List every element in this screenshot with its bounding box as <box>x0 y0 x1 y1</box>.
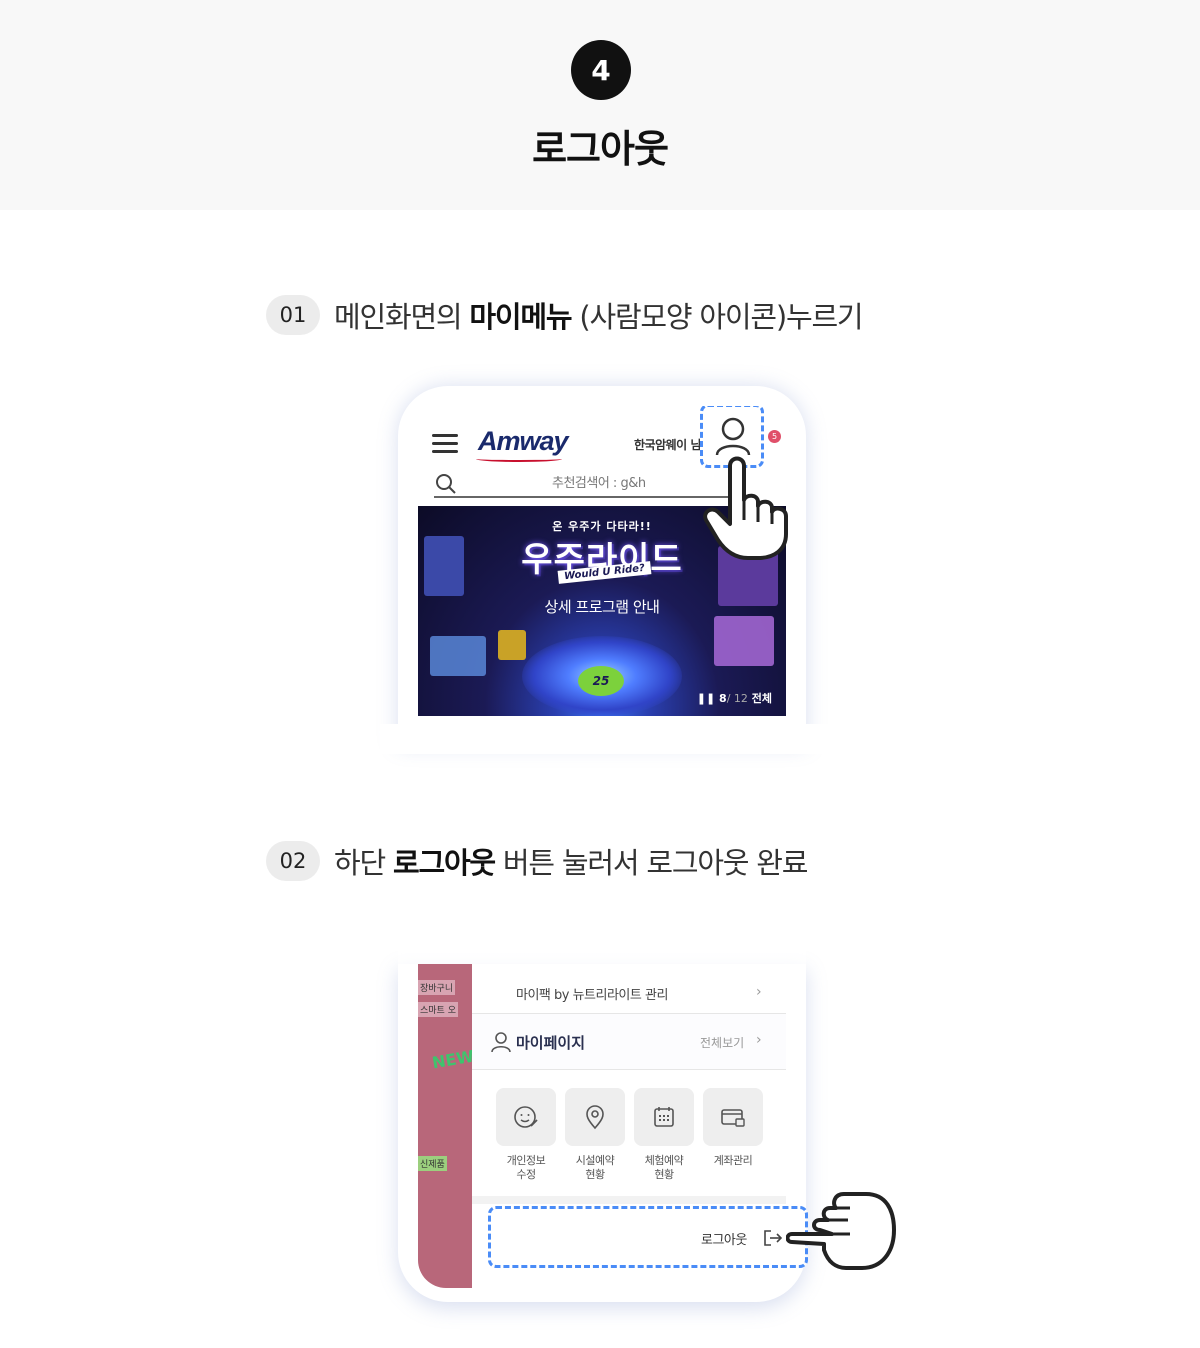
mypage-header: 마이페이지 전체보기 › <box>472 1014 786 1070</box>
search-placeholder: 추천검색어 : g&h <box>552 476 646 491</box>
step-1-text-bold: 마이메뉴 <box>469 300 572 334</box>
phone-1-bottom-cut <box>380 724 840 754</box>
step-2-row: 02 하단 로그아웃 버튼 눌러서 로그아웃 완료 <box>266 840 809 882</box>
quick-action-account-management[interactable]: 계좌관리 <box>703 1088 763 1168</box>
hamburger-menu-icon[interactable] <box>432 434 458 454</box>
step-1-text-before: 메인화면의 <box>334 300 470 334</box>
smile-edit-icon <box>514 1106 538 1128</box>
phone-mockup-2: 장바구니 스마트 오 NEW 신제품 마이팩 by 뉴트리라이트 관리 › 마이… <box>398 930 808 1302</box>
bg-label: 장바구니 <box>418 980 456 995</box>
step-1-number: 01 <box>266 295 320 335</box>
search-icon <box>436 474 456 494</box>
qa-label-line: 개인정보 <box>506 1154 546 1167</box>
counter-current: 8 <box>719 692 727 705</box>
logout-button[interactable]: 로그아웃 <box>488 1206 808 1268</box>
qa-label-line: 현황 <box>585 1168 605 1181</box>
view-all-link[interactable]: 전체보기 <box>700 1034 744 1051</box>
step-1-text-after: (사람모양 아이콘)누르기 <box>571 300 863 334</box>
banner-counter[interactable]: ❚❚ 8/ 12 전체 <box>697 690 772 706</box>
counter-all: 전체 <box>751 692 772 705</box>
location-pin-icon <box>586 1105 604 1130</box>
phone-mockup-1: Amway 한국암웨이 님 5 추천검색어 : g&h 온 우주가 다타라!! … <box>398 386 806 746</box>
banner-sign <box>430 636 486 676</box>
step-1-row: 01 메인화면의 마이메뉴 (사람모양 아이콘)누르기 <box>266 294 864 336</box>
bg-label: 신제품 <box>418 1156 447 1171</box>
bg-label: 스마트 오 <box>418 1002 458 1017</box>
user-greeting: 한국암웨이 님 <box>634 438 701 452</box>
bg-new-tag: NEW <box>430 1046 472 1073</box>
chevron-right-icon: › <box>756 1032 762 1048</box>
logout-label: 로그아웃 <box>701 1233 747 1248</box>
qa-label-line: 계좌관리 <box>713 1154 753 1167</box>
banner-sign <box>714 616 774 666</box>
page-title: 로그아웃 <box>532 127 669 171</box>
card-lock-icon <box>721 1109 745 1127</box>
phone-2-top-fade <box>398 930 806 964</box>
logo-swoosh <box>476 456 562 462</box>
step-2-text-after: 버튼 눌러서 로그아웃 완료 <box>494 846 809 880</box>
header-band: 4 로그아웃 <box>0 0 1200 210</box>
step-number-badge: 4 <box>571 40 631 100</box>
section-divider <box>472 1196 786 1204</box>
amway-logo[interactable]: Amway <box>478 426 569 457</box>
qa-label-line: 시설예약 <box>575 1154 615 1167</box>
banner-anniversary-logo: 25 <box>578 666 624 696</box>
quick-action-facility-booking[interactable]: 시설예약 현황 <box>565 1088 625 1182</box>
pause-icon[interactable]: ❚❚ <box>697 692 715 705</box>
mypack-menu-row[interactable]: 마이팩 by 뉴트리라이트 관리 › <box>472 972 786 1014</box>
calendar-icon <box>654 1107 674 1127</box>
qa-label-line: 수정 <box>516 1168 536 1181</box>
logout-icon <box>764 1230 783 1246</box>
counter-total: / 12 <box>726 692 748 705</box>
step-1-text: 메인화면의 마이메뉴 (사람모양 아이콘)누르기 <box>334 294 864 336</box>
banner-sign <box>498 630 526 660</box>
person-icon <box>491 1032 511 1053</box>
step-2-text: 하단 로그아웃 버튼 눌러서 로그아웃 완료 <box>334 840 809 882</box>
pointing-hand-left-icon <box>786 1192 896 1270</box>
chevron-right-icon: › <box>756 984 762 1000</box>
quick-action-experience-booking[interactable]: 체험예약 현황 <box>634 1088 694 1182</box>
step-2-text-before: 하단 <box>334 846 393 880</box>
quick-action-profile-edit[interactable]: 개인정보 수정 <box>496 1088 556 1182</box>
banner-cta: 상세 프로그램 안내 <box>544 598 660 616</box>
pointing-hand-icon <box>703 456 788 560</box>
qa-label-line: 체험예약 <box>644 1154 684 1167</box>
mypage-title: 마이페이지 <box>516 1034 586 1052</box>
mypack-label: 마이팩 by 뉴트리라이트 관리 <box>516 988 668 1003</box>
step-2-number: 02 <box>266 841 320 881</box>
background-page-sliver: 장바구니 스마트 오 NEW 신제품 <box>418 964 472 1288</box>
qa-label-line: 현황 <box>654 1168 674 1181</box>
step-2-text-bold: 로그아웃 <box>392 846 496 880</box>
notification-badge: 5 <box>768 430 781 443</box>
